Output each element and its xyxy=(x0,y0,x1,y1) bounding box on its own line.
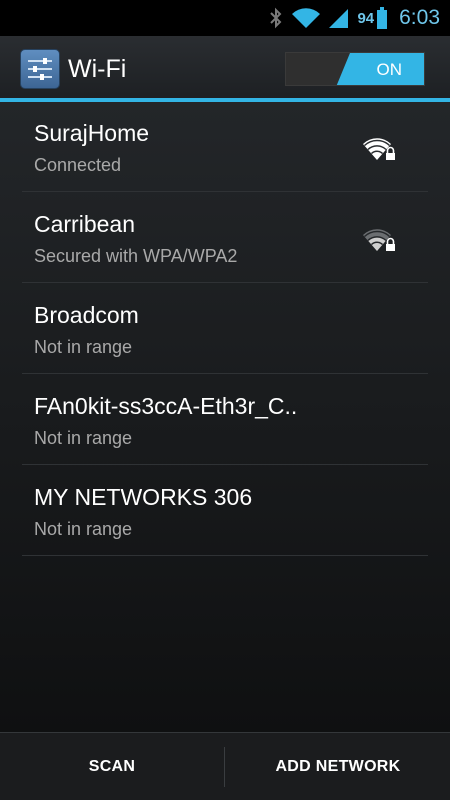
wifi-signal-icon xyxy=(291,7,321,29)
battery-icon xyxy=(377,7,388,29)
status-bar: 94 6:03 xyxy=(0,0,450,36)
battery-percent: 94 xyxy=(357,9,375,27)
network-list: SurajHome Connected Carribean Secured wi… xyxy=(0,102,450,732)
network-name: MY NETWORKS 306 xyxy=(34,484,253,510)
network-status: Not in range xyxy=(34,428,133,448)
network-status: Not in range xyxy=(34,337,133,357)
network-name: Broadcom xyxy=(34,302,139,328)
bottom-action-bar: SCAN ADD NETWORK xyxy=(0,732,450,800)
scan-button[interactable]: SCAN xyxy=(0,733,224,800)
wifi-lock-strong-icon xyxy=(362,134,396,167)
network-name: SurajHome xyxy=(34,120,150,146)
button-divider xyxy=(224,747,225,787)
wifi-toggle[interactable]: ON xyxy=(285,52,425,86)
toggle-label: ON xyxy=(376,60,403,79)
network-status: Not in range xyxy=(34,519,133,539)
network-status: Connected xyxy=(34,155,122,175)
network-item[interactable]: Broadcom Not in range xyxy=(22,284,428,374)
wifi-lock-weak-icon xyxy=(362,225,396,258)
network-item[interactable]: SurajHome Connected xyxy=(22,102,428,192)
add-network-button[interactable]: ADD NETWORK xyxy=(226,733,450,800)
status-clock: 6:03 xyxy=(399,6,440,29)
bluetooth-icon xyxy=(269,7,283,29)
network-item[interactable]: Carribean Secured with WPA/WPA2 xyxy=(22,193,428,283)
network-name: Carribean xyxy=(34,211,135,237)
battery-indicator: 94 xyxy=(357,7,388,29)
network-name: FAn0kit-ss3ccA-Eth3r_C.. xyxy=(34,393,298,419)
network-item[interactable]: MY NETWORKS 306 Not in range xyxy=(22,466,428,556)
settings-sliders-icon[interactable] xyxy=(20,49,60,89)
cell-signal-icon xyxy=(329,7,349,29)
status-icons: 94 6:03 xyxy=(269,0,440,36)
network-status: Secured with WPA/WPA2 xyxy=(34,246,238,266)
network-item[interactable]: FAn0kit-ss3ccA-Eth3r_C.. Not in range xyxy=(22,375,428,465)
page-title: Wi-Fi xyxy=(68,55,127,83)
